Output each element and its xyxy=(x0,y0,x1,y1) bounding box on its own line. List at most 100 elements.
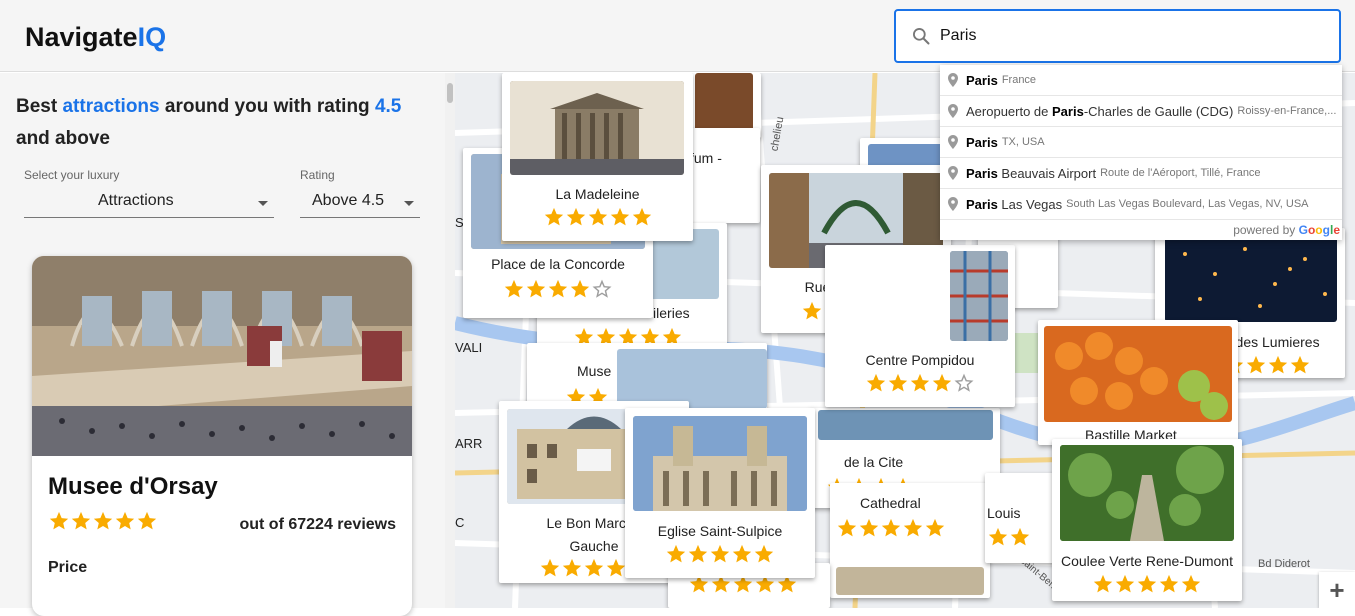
star-icon xyxy=(569,278,591,300)
place-card[interactable]: La Madeleine xyxy=(502,73,693,241)
autocomplete-match: Paris xyxy=(966,196,998,212)
place-rating xyxy=(1052,573,1242,595)
powered-by-text: powered by xyxy=(1233,223,1296,237)
map-pin-icon xyxy=(948,166,958,180)
star-icon xyxy=(865,372,887,394)
map-edge-label: ARR xyxy=(455,436,483,451)
page-headline: Best attractions around you with rating … xyxy=(16,96,402,149)
attraction-detail-card[interactable]: Musee d'Orsay out of 67224 reviews Price xyxy=(32,256,412,616)
star-icon xyxy=(1245,354,1267,376)
rating-select[interactable]: Above 4.5 xyxy=(300,188,420,218)
sidebar-scrollbar[interactable] xyxy=(445,73,455,608)
autocomplete-dropdown: Paris France Aeropuerto de Paris-Charles… xyxy=(940,65,1342,240)
place-card[interactable]: Bastille Market xyxy=(1038,320,1238,445)
map-pin-icon xyxy=(948,104,958,118)
star-icon xyxy=(836,517,858,539)
place-photo xyxy=(617,349,767,409)
star-icon xyxy=(1114,573,1136,595)
autocomplete-item[interactable]: Paris Las Vegas South Las Vegas Boulevar… xyxy=(940,189,1342,220)
place-rating xyxy=(463,278,653,300)
star-icon xyxy=(924,517,946,539)
star-icon xyxy=(587,206,609,228)
search-icon xyxy=(913,28,930,45)
map-edge-label: VALI xyxy=(455,340,483,355)
star-icon xyxy=(953,372,975,394)
map-edge-label: C xyxy=(455,515,465,530)
place-title: Louis xyxy=(987,505,1021,521)
app-logo[interactable]: NavigateIQ xyxy=(25,22,166,53)
autocomplete-suffix: Beauvais Airport xyxy=(997,165,1097,181)
place-photo xyxy=(510,81,684,175)
star-icon xyxy=(1267,354,1289,376)
sidebar-panel: Best attractions around you with rating … xyxy=(0,73,445,616)
star-icon xyxy=(92,510,114,532)
map-pin-icon xyxy=(948,73,958,87)
dropdown-arrow-icon xyxy=(404,201,414,206)
place-title: fum - xyxy=(690,150,722,166)
autocomplete-item[interactable]: Paris France xyxy=(940,65,1342,96)
star-icon xyxy=(70,510,92,532)
star-icon xyxy=(609,206,631,228)
star-icon xyxy=(665,543,687,565)
autocomplete-match: Paris xyxy=(966,165,998,181)
zoom-in-button[interactable]: + xyxy=(1319,572,1355,608)
star-icon xyxy=(547,278,569,300)
star-icon xyxy=(605,557,627,579)
place-rating xyxy=(625,543,815,565)
google-logo: Google xyxy=(1298,223,1340,237)
star-icon xyxy=(565,206,587,228)
star-icon xyxy=(887,372,909,394)
star-icon xyxy=(858,517,880,539)
headline-category: attractions xyxy=(62,96,160,117)
autocomplete-item[interactable]: Aeropuerto de Paris-Charles de Gaulle (C… xyxy=(940,96,1342,127)
scrollbar-thumb[interactable] xyxy=(447,83,453,103)
autocomplete-suffix: Las Vegas xyxy=(997,196,1063,212)
luxury-select-label: Select your luxury xyxy=(24,168,120,182)
map-pin-icon xyxy=(948,135,958,149)
place-photo xyxy=(1165,234,1337,322)
star-icon xyxy=(1180,573,1202,595)
autocomplete-secondary: TX, USA xyxy=(1001,136,1045,148)
place-card[interactable]: Eglise Saint-Sulpice xyxy=(625,408,815,578)
star-icon xyxy=(1092,573,1114,595)
place-title: Eglise Saint-Sulpice xyxy=(657,523,783,539)
star-icon xyxy=(1289,354,1311,376)
location-search-box[interactable] xyxy=(894,9,1341,63)
street-label: Bd Diderot xyxy=(1258,558,1310,570)
place-title: Place de la Concorde xyxy=(491,256,625,272)
star-icon xyxy=(1136,573,1158,595)
star-icon xyxy=(539,557,561,579)
star-icon xyxy=(753,543,775,565)
autocomplete-secondary: France xyxy=(1001,74,1037,86)
rating-select-field: Rating Above 4.5 xyxy=(300,168,420,218)
autocomplete-item[interactable]: Paris TX, USA xyxy=(940,127,1342,158)
powered-by-google: powered by Google xyxy=(1233,223,1340,237)
place-rating xyxy=(836,517,946,539)
place-card[interactable]: Cathedral xyxy=(830,483,990,598)
zoom-in-icon: + xyxy=(1329,574,1345,605)
place-photo xyxy=(836,567,984,595)
star-icon xyxy=(801,300,823,322)
place-title: Cathedral xyxy=(860,495,921,511)
place-photo xyxy=(695,73,753,135)
app-header: NavigateIQ xyxy=(0,0,1355,72)
place-title: Centre Pompidou xyxy=(865,352,975,368)
autocomplete-item[interactable]: Paris Beauvais Airport Route de l'Aéropo… xyxy=(940,158,1342,189)
star-icon xyxy=(114,510,136,532)
luxury-select[interactable]: Attractions xyxy=(24,188,274,218)
place-card[interactable]: Centre Pompidou xyxy=(825,245,1015,407)
location-search-input[interactable] xyxy=(940,24,1320,48)
place-card[interactable]: Coulee Verte Rene-Dumont xyxy=(1052,439,1242,601)
luxury-select-value: Attractions xyxy=(98,192,174,209)
star-icon xyxy=(1009,526,1031,548)
star-icon xyxy=(709,543,731,565)
star-icon xyxy=(880,517,902,539)
headline-rating: 4.5 xyxy=(374,96,402,117)
attraction-title: Musee d'Orsay xyxy=(48,473,218,500)
autocomplete-match: Paris xyxy=(1052,103,1084,119)
place-title: Muse xyxy=(577,363,612,379)
rating-select-value: Above 4.5 xyxy=(312,192,385,209)
logo-accent-text: IQ xyxy=(137,22,167,52)
place-title: La Madeleine xyxy=(555,186,640,202)
logo-text: Navigate xyxy=(25,22,138,52)
